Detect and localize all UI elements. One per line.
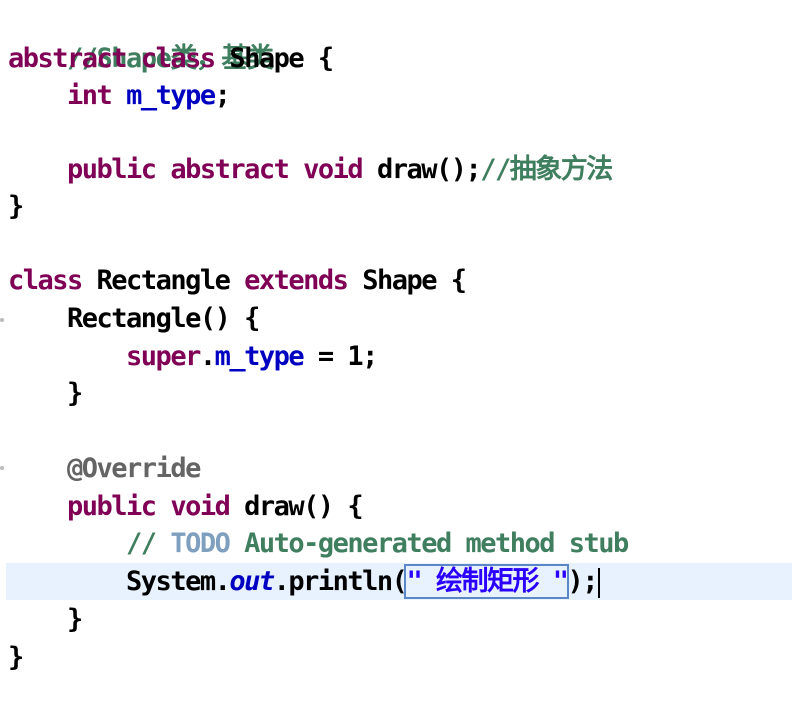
gutter-marker [0,466,4,470]
method-declaration: draw(); [376,154,482,185]
method-declaration: draw() { [244,491,364,522]
parent-class-name: Shape [362,265,437,296]
keyword: abstract [170,154,290,185]
code-line-11[interactable]: public void draw() { [8,488,364,525]
keyword: class [8,265,83,296]
code-line-9[interactable]: } [8,375,83,412]
code-line-12[interactable]: // TODO Auto-generated method stub [8,525,629,562]
keyword: public [67,154,157,185]
assignment: = 1; [303,341,379,372]
constructor-declaration: Rectangle() { [67,303,260,334]
code-line-5[interactable]: } [8,188,24,225]
keyword: public [67,491,157,522]
code-line-13[interactable]: System.out.println(" 绘制矩形 "); [8,563,600,600]
code-line-6[interactable]: class Rectangle extends Shape { [8,262,467,299]
code-line-8[interactable]: super.m_type = 1; [8,338,379,375]
code-editor[interactable]: //Shape类，基类 abstract class Shape { int m… [0,0,792,712]
field-name: m_type [126,80,216,111]
class-name: Shape [229,43,304,74]
keyword: class [140,43,216,74]
code-line-7[interactable]: Rectangle() { [8,300,260,337]
text-cursor [597,567,600,598]
code-line-1[interactable]: //Shape类，基类 [8,3,274,74]
gutter-marker [0,318,4,322]
call-end: ); [567,566,598,597]
field-name: m_type [214,341,305,372]
code-line-4[interactable]: public abstract void draw();//抽象方法 [8,151,613,188]
code-line-15[interactable]: } [8,639,24,676]
comment: //抽象方法 [480,154,613,185]
annotation: @Override [67,453,201,484]
brace: { [450,265,467,296]
keyword: void [303,154,364,185]
static-field: out [229,566,275,597]
keyword: extends [244,265,349,296]
method-call: .println( [273,566,408,597]
brace: } [67,604,83,635]
object-ref: System. [126,566,231,597]
code-line-10[interactable]: @Override [8,450,201,487]
brace: } [67,378,83,409]
keyword: int [67,80,113,111]
todo-tag: TODO [170,528,231,559]
keyword: void [170,491,231,522]
string-literal[interactable]: " 绘制矩形 " [404,564,570,599]
code-line-3[interactable]: int m_type; [8,77,231,114]
dot: . [199,341,216,372]
code-line-2[interactable]: abstract class Shape { [8,40,334,77]
class-name: Rectangle [96,265,231,296]
semicolon: ; [214,80,231,111]
brace: { [317,43,334,74]
brace: } [8,191,24,222]
comment-slashes: // [126,528,157,559]
keyword: abstract [8,43,128,74]
keyword: super [126,341,201,372]
comment: Auto-generated method stub [244,528,629,559]
code-line-14[interactable]: } [8,601,83,638]
brace: } [8,642,24,673]
